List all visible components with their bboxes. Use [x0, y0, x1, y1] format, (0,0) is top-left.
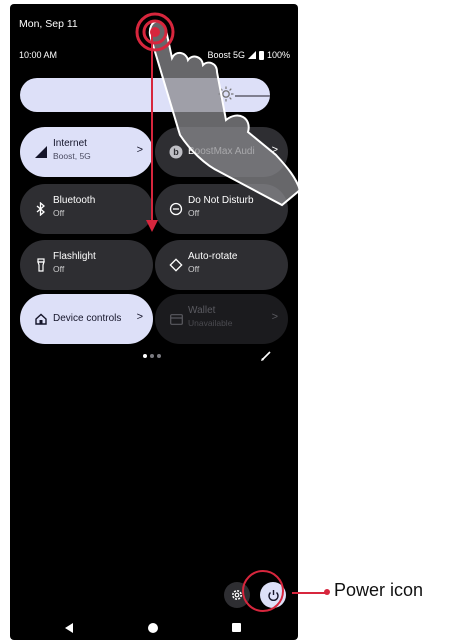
- tile-label: Device controls: [53, 313, 122, 324]
- tile-label: Internet: [53, 138, 87, 149]
- brightness-icon: [218, 86, 234, 102]
- tile-label: Wallet: [188, 305, 216, 316]
- tile-sublabel: Off: [188, 264, 200, 274]
- page-dot: [143, 354, 147, 358]
- bluetooth-device-icon: b: [167, 143, 185, 161]
- tile-sublabel: Unavailable: [188, 318, 233, 328]
- home-icon: [32, 310, 50, 328]
- chevron-right-icon: >: [136, 311, 143, 323]
- back-icon[interactable]: [65, 623, 73, 633]
- tile-internet[interactable]: Internet Boost, 5G >: [20, 127, 153, 177]
- status-time: 10:00 AM: [19, 50, 58, 60]
- brightness-track: [235, 95, 270, 97]
- tile-wallet[interactable]: Wallet Unavailable >: [155, 294, 288, 344]
- tile-label: Do Not Disturb: [188, 195, 254, 206]
- tile-label: BoostMax Audi: [188, 146, 255, 157]
- page-dot: [150, 354, 154, 358]
- svg-text:b: b: [173, 147, 179, 157]
- tile-sublabel: Off: [53, 264, 65, 274]
- bluetooth-icon: [32, 200, 50, 218]
- tile-bluetooth[interactable]: Bluetooth Off: [20, 184, 153, 234]
- recents-icon[interactable]: [232, 623, 241, 632]
- status-date: Mon, Sep 11: [19, 18, 78, 30]
- battery-label: 100%: [266, 50, 290, 60]
- chevron-right-icon: >: [271, 144, 278, 156]
- page-indicator: [143, 354, 161, 358]
- chevron-right-icon: >: [136, 144, 143, 156]
- callout-dot: [324, 589, 330, 595]
- tile-sublabel: Off: [188, 208, 200, 218]
- tile-auto-rotate[interactable]: Auto-rotate Off: [155, 240, 288, 290]
- status-right: Boost 5G 100%: [207, 50, 290, 60]
- phone-screen: Mon, Sep 11 10:00 AM Boost 5G 100% Inter…: [10, 4, 298, 640]
- tile-label: Auto-rotate: [188, 251, 238, 262]
- carrier-label: Boost 5G: [207, 50, 245, 60]
- callout-line: [292, 592, 326, 594]
- edit-pencil-icon[interactable]: [260, 350, 272, 362]
- signal-icon: [32, 143, 50, 161]
- rotate-icon: [167, 256, 185, 274]
- page-dot: [157, 354, 161, 358]
- home-nav-icon[interactable]: [148, 623, 158, 633]
- signal-icon: [247, 51, 256, 59]
- battery-icon: [258, 50, 264, 60]
- tile-device-controls[interactable]: Device controls >: [20, 294, 153, 344]
- tile-sublabel: Off: [53, 208, 65, 218]
- tile-label: Bluetooth: [53, 195, 96, 206]
- tile-sublabel: Boost, 5G: [53, 151, 91, 161]
- wallet-icon: [167, 310, 185, 328]
- tile-label: Flashlight: [53, 251, 96, 262]
- power-highlight-ring: [242, 570, 284, 612]
- tile-do-not-disturb[interactable]: Do Not Disturb Off: [155, 184, 288, 234]
- tile-flashlight[interactable]: Flashlight Off: [20, 240, 153, 290]
- dnd-icon: [167, 200, 185, 218]
- flashlight-icon: [32, 256, 50, 274]
- navigation-bar: [10, 618, 298, 640]
- chevron-right-icon: >: [271, 311, 278, 323]
- tile-bluetooth-device[interactable]: b BoostMax Audi >: [155, 127, 288, 177]
- callout-label: Power icon: [334, 580, 424, 600]
